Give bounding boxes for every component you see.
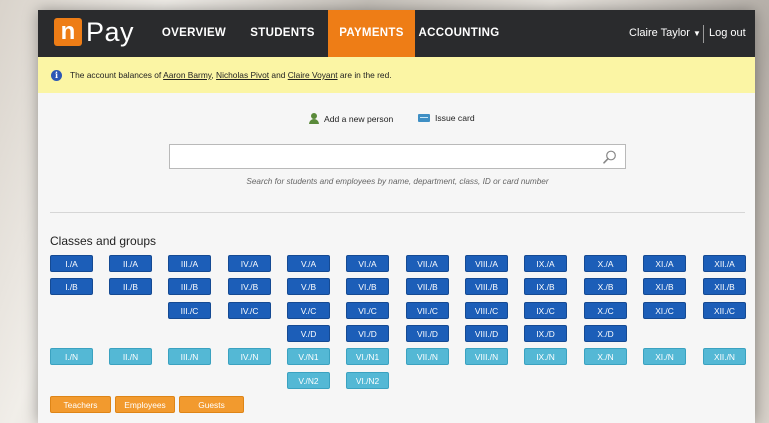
- class-button[interactable]: IX./D: [524, 325, 567, 342]
- logo-mark: n: [54, 18, 82, 46]
- class-button[interactable]: VII./D: [406, 325, 449, 342]
- class-button[interactable]: XI./B: [643, 278, 686, 295]
- class-button[interactable]: VII./A: [406, 255, 449, 272]
- add-person-button[interactable]: Add a new person: [309, 113, 393, 124]
- class-button[interactable]: XII./B: [703, 278, 746, 295]
- caret-down-icon: ▼: [692, 29, 701, 38]
- class-button[interactable]: VIII./N: [465, 348, 508, 365]
- class-button[interactable]: IX./A: [524, 255, 567, 272]
- class-button[interactable]: IX./B: [524, 278, 567, 295]
- class-button[interactable]: III./A: [168, 255, 211, 272]
- nav-students[interactable]: STUDENTS: [238, 10, 327, 57]
- class-button[interactable]: I./B: [50, 278, 93, 295]
- logo-text: Pay: [86, 17, 135, 47]
- class-button[interactable]: IX./N: [524, 348, 567, 365]
- npay-logo[interactable]: n Pay: [54, 18, 134, 46]
- class-button[interactable]: XII./N: [703, 348, 746, 365]
- nav-payments[interactable]: PAYMENTS: [328, 10, 415, 57]
- user-menu[interactable]: Claire Taylor ▼: [629, 10, 701, 57]
- balance-notice: i The account balances of Aaron Barmy, N…: [38, 57, 755, 93]
- notice-person-link[interactable]: Nicholas Pivot: [216, 70, 269, 80]
- nav-accounting[interactable]: ACCOUNTING: [415, 10, 503, 57]
- class-button[interactable]: IV./A: [228, 255, 271, 272]
- class-button[interactable]: VIII./C: [465, 302, 508, 319]
- header-divider: [703, 25, 704, 43]
- class-button[interactable]: VI./B: [346, 278, 389, 295]
- section-divider: [50, 212, 745, 213]
- add-person-label: Add a new person: [324, 113, 394, 124]
- class-button[interactable]: V./A: [287, 255, 330, 272]
- class-button[interactable]: V./C: [287, 302, 330, 319]
- notice-suffix: are in the red.: [337, 70, 392, 80]
- search-icon[interactable]: [603, 150, 617, 164]
- issue-card-label: Issue card: [435, 113, 475, 123]
- class-button[interactable]: X./B: [584, 278, 627, 295]
- class-button[interactable]: VIII./D: [465, 325, 508, 342]
- class-button[interactable]: II./B: [109, 278, 152, 295]
- class-button[interactable]: X./N: [584, 348, 627, 365]
- class-button[interactable]: VI./N1: [346, 348, 389, 365]
- app-window: n Pay OVERVIEW STUDENTS PAYMENTS ACCOUNT…: [38, 10, 755, 423]
- class-button[interactable]: III./B: [168, 278, 211, 295]
- group-button-guests[interactable]: Guests: [179, 396, 244, 413]
- class-button[interactable]: XI./A: [643, 255, 686, 272]
- class-button[interactable]: VIII./A: [465, 255, 508, 272]
- search-box: [169, 144, 626, 169]
- notice-prefix: The account balances of: [70, 70, 164, 80]
- class-button[interactable]: III./N: [168, 348, 211, 365]
- class-button[interactable]: V./N1: [287, 348, 330, 365]
- search-hint: Search for students and employees by nam…: [246, 177, 549, 186]
- class-button[interactable]: IV./N: [228, 348, 271, 365]
- card-icon: [418, 114, 430, 122]
- class-button[interactable]: VI./C: [346, 302, 389, 319]
- notice-person-link[interactable]: Claire Voyant: [288, 70, 338, 80]
- class-button[interactable]: VI./A: [346, 255, 389, 272]
- class-button[interactable]: XII./C: [703, 302, 746, 319]
- top-navigation-bar: n Pay OVERVIEW STUDENTS PAYMENTS ACCOUNT…: [38, 10, 755, 57]
- class-button[interactable]: I./A: [50, 255, 93, 272]
- class-button[interactable]: II./A: [109, 255, 152, 272]
- class-button[interactable]: VII./C: [406, 302, 449, 319]
- person-add-icon: [309, 113, 319, 124]
- class-button[interactable]: V./N2: [287, 372, 330, 389]
- class-button[interactable]: V./D: [287, 325, 330, 342]
- class-button[interactable]: III./C: [168, 302, 211, 319]
- class-button[interactable]: IX./C: [524, 302, 567, 319]
- class-button[interactable]: X./C: [584, 302, 627, 319]
- issue-card-button[interactable]: Issue card: [418, 113, 475, 123]
- class-button[interactable]: IV./B: [228, 278, 271, 295]
- nav-overview[interactable]: OVERVIEW: [150, 10, 238, 57]
- class-button[interactable]: XII./A: [703, 255, 746, 272]
- class-button[interactable]: VII./N: [406, 348, 449, 365]
- class-button[interactable]: VII./B: [406, 278, 449, 295]
- notice-person-link[interactable]: Aaron Barmy: [163, 70, 211, 80]
- class-button[interactable]: XI./N: [643, 348, 686, 365]
- class-button[interactable]: II./N: [109, 348, 152, 365]
- class-button[interactable]: VIII./B: [465, 278, 508, 295]
- group-button-employees[interactable]: Employees: [115, 396, 175, 413]
- notice-text: The account balances of Aaron Barmy, Nic…: [70, 69, 392, 81]
- class-button[interactable]: VI./D: [346, 325, 389, 342]
- search-input[interactable]: [170, 145, 606, 168]
- logout-link[interactable]: Log out: [709, 10, 746, 57]
- classes-title: Classes and groups: [50, 234, 157, 248]
- class-button[interactable]: I./N: [50, 348, 93, 365]
- notice-separator: and: [269, 70, 288, 80]
- class-button[interactable]: VI./N2: [346, 372, 389, 389]
- class-button[interactable]: XI./C: [643, 302, 686, 319]
- group-button-teachers[interactable]: Teachers: [50, 396, 111, 413]
- class-button[interactable]: X./D: [584, 325, 627, 342]
- user-name: Claire Taylor: [629, 27, 690, 39]
- class-button[interactable]: IV./C: [228, 302, 271, 319]
- class-button[interactable]: V./B: [287, 278, 330, 295]
- class-button[interactable]: X./A: [584, 255, 627, 272]
- info-icon: i: [51, 70, 62, 81]
